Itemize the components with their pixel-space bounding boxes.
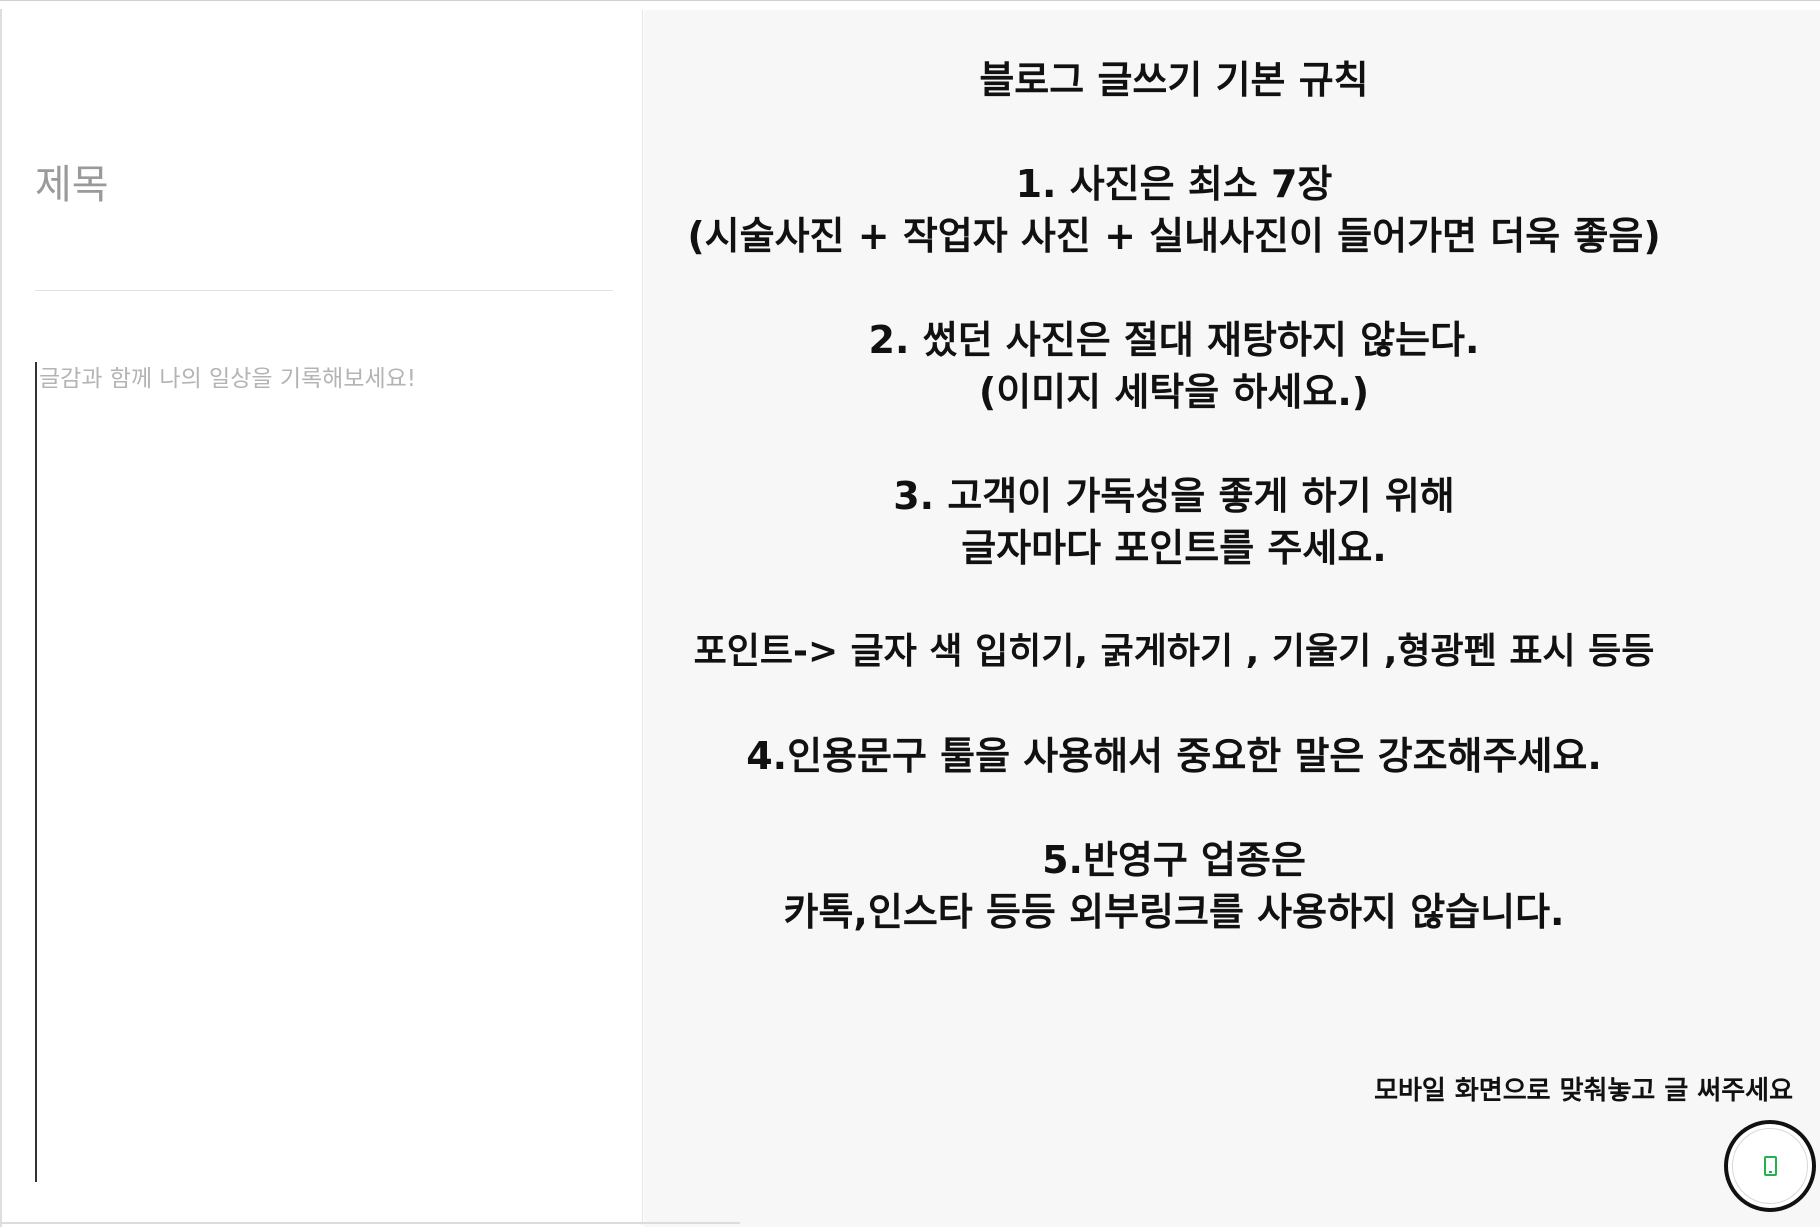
guide-spacer [644, 262, 1704, 314]
guide-heading: 블로그 글쓰기 기본 규칙 [979, 58, 1369, 102]
guide-rule-5-detail: 카톡,인스타 등등 외부링크를 사용하지 않습니다. [783, 890, 1565, 934]
guide-rules: 블로그 글쓰기 기본 규칙 1. 사진은 최소 7장 (시술사진 + 작업자 사… [644, 54, 1704, 938]
bottom-divider [0, 1222, 740, 1224]
guide-rule-1: 1. 사진은 최소 7장 [1015, 162, 1333, 206]
mobile-phone-icon [1763, 1156, 1777, 1176]
guide-spacer [644, 106, 1704, 158]
guide-spacer [644, 574, 1704, 626]
guide-rule-2: 2. 썼던 사진은 절대 재탕하지 않는다. [868, 318, 1480, 362]
title-input[interactable] [35, 150, 613, 220]
guide-spacer [644, 678, 1704, 730]
guide-rule-1-detail: (시술사진 + 작업자 사진 + 실내사진이 들어가면 더욱 좋음) [687, 214, 1661, 258]
mobile-view-note: 모바일 화면으로 맞춰놓고 글 써주세요 [1374, 1076, 1793, 1106]
guide-rule-5: 5.반영구 업종은 [1042, 838, 1306, 882]
guide-point-examples: 포인트-> 글자 색 입히기, 굵게하기 , 기울기 ,형광펜 표시 등등 [693, 631, 1655, 672]
writing-guide-panel: 블로그 글쓰기 기본 규칙 1. 사진은 최소 7장 (시술사진 + 작업자 사… [644, 10, 1820, 1227]
guide-rule-4: 4.인용문구 툴을 사용해서 중요한 말은 강조해주세요. [746, 734, 1602, 778]
post-editor [2, 10, 643, 1225]
body-input[interactable] [35, 362, 617, 1182]
guide-rule-2-detail: (이미지 세탁을 하세요.) [978, 370, 1370, 414]
guide-spacer [644, 418, 1704, 470]
app-frame: 블로그 글쓰기 기본 규칙 1. 사진은 최소 7장 (시술사진 + 작업자 사… [0, 0, 1820, 1227]
mobile-preview-button[interactable] [1724, 1120, 1816, 1212]
guide-rule-3-detail: 글자마다 포인트를 주세요. [961, 526, 1387, 570]
title-divider [35, 290, 613, 291]
guide-rule-3: 3. 고객이 가독성을 좋게 하기 위해 [893, 474, 1455, 518]
guide-spacer [644, 782, 1704, 834]
